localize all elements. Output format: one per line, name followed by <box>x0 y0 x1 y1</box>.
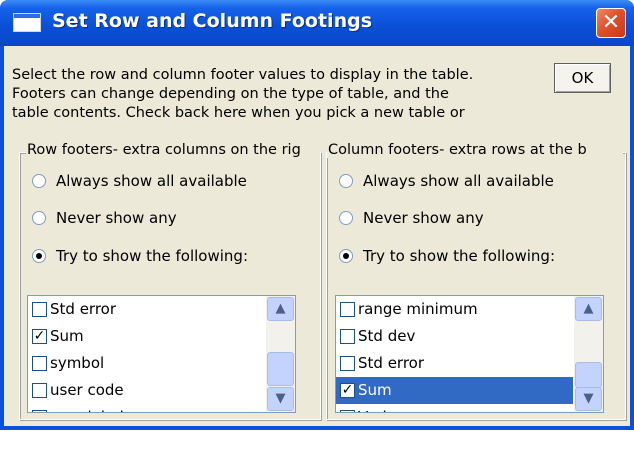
radio-label: Try to show the following: <box>56 247 249 265</box>
description-text: Select the row and column footer values … <box>12 66 582 123</box>
row-footers-legend: Row footers- extra columns on the rig <box>26 142 320 158</box>
column-footers-group: Column footers- extra rows at the b Alwa… <box>326 142 626 420</box>
background-strip <box>0 430 634 449</box>
row-footers-list: Std error ✓ Sum symbol user code <box>28 296 265 412</box>
list-item-label: symbol <box>50 354 105 372</box>
chevron-down-icon: ▼ <box>275 391 286 406</box>
column-list-scrollbar[interactable]: ▲ ▼ <box>574 296 603 412</box>
dialog-window: Set Row and Column Footings ✕ Select the… <box>0 0 634 430</box>
checkbox[interactable] <box>32 356 47 371</box>
checkbox[interactable] <box>32 383 47 398</box>
radio-label: Always show all available <box>56 172 247 190</box>
list-item[interactable]: Std error <box>336 350 573 377</box>
chevron-down-icon: ▼ <box>583 391 594 406</box>
list-item[interactable]: symbol <box>28 350 265 377</box>
list-item[interactable]: Std error <box>28 296 265 323</box>
title-bar[interactable]: Set Row and Column Footings ✕ <box>0 0 634 46</box>
chevron-up-icon: ▲ <box>275 301 286 316</box>
radio-label: Never show any <box>56 209 177 227</box>
row-list-scrollbar[interactable]: ▲ ▼ <box>266 296 295 412</box>
ok-button[interactable]: OK <box>554 63 611 93</box>
description-line: Footers can change depending on the type… <box>12 86 449 102</box>
description-line: table contents. Check back here when you… <box>12 105 465 121</box>
list-item-label: Std dev <box>358 327 416 345</box>
dialog-body: Select the row and column footer values … <box>4 46 630 426</box>
radio-button-selected[interactable] <box>32 249 46 263</box>
list-item-label: user label <box>50 404 124 412</box>
radio-button[interactable] <box>339 174 353 188</box>
list-item-label: Std error <box>358 354 425 372</box>
scroll-down-button[interactable]: ▼ <box>575 387 602 411</box>
list-item[interactable]: range minimum <box>336 296 573 323</box>
radio-button[interactable] <box>32 211 46 225</box>
radio-button[interactable] <box>339 211 353 225</box>
list-item-label: Sum <box>50 327 84 345</box>
scroll-thumb[interactable] <box>267 352 294 386</box>
checkbox-checked[interactable]: ✓ <box>32 329 47 344</box>
list-item[interactable]: user code <box>28 377 265 404</box>
list-item[interactable]: Std dev <box>336 323 573 350</box>
close-button[interactable]: ✕ <box>596 8 626 38</box>
list-item-selected[interactable]: ✓ Sum <box>336 377 573 404</box>
radio-button[interactable] <box>32 174 46 188</box>
radio-label: Always show all available <box>363 172 554 190</box>
checkbox-checked[interactable]: ✓ <box>340 383 355 398</box>
checkbox[interactable] <box>32 302 47 317</box>
list-item-label: Std error <box>50 300 117 318</box>
row-footers-group: Row footers- extra columns on the rig Al… <box>19 142 321 420</box>
window-title: Set Row and Column Footings <box>52 10 373 32</box>
list-item-label: Sum <box>358 381 392 399</box>
radio-button-selected[interactable] <box>339 249 353 263</box>
radio-label: Try to show the following: <box>363 247 556 265</box>
close-icon: ✕ <box>601 10 621 35</box>
scroll-thumb[interactable] <box>575 362 602 388</box>
row-footers-listbox[interactable]: Std error ✓ Sum symbol user code ▲ ▼ <box>27 295 296 413</box>
list-item-label: user code <box>50 381 124 399</box>
window-icon <box>13 13 41 32</box>
radio-label: Never show any <box>363 209 484 227</box>
list-item[interactable]: user label <box>28 404 265 412</box>
column-footers-listbox[interactable]: range minimum Std dev Std error ✓ Sum ▲ … <box>335 295 604 413</box>
list-item-label: Variance <box>358 404 423 412</box>
checkbox[interactable] <box>32 410 47 412</box>
column-footers-list: range minimum Std dev Std error ✓ Sum <box>336 296 573 412</box>
scroll-up-button[interactable]: ▲ <box>575 297 602 321</box>
chevron-up-icon: ▲ <box>583 301 594 316</box>
column-footers-legend: Column footers- extra rows at the b <box>327 142 623 158</box>
list-item[interactable]: Variance <box>336 404 573 412</box>
scroll-up-button[interactable]: ▲ <box>267 297 294 321</box>
list-item-label: range minimum <box>358 300 478 318</box>
checkbox[interactable] <box>340 356 355 371</box>
description-line: Select the row and column footer values … <box>12 67 474 83</box>
checkbox[interactable] <box>340 329 355 344</box>
scroll-down-button[interactable]: ▼ <box>267 387 294 411</box>
list-item[interactable]: ✓ Sum <box>28 323 265 350</box>
checkbox[interactable] <box>340 410 355 412</box>
checkbox[interactable] <box>340 302 355 317</box>
